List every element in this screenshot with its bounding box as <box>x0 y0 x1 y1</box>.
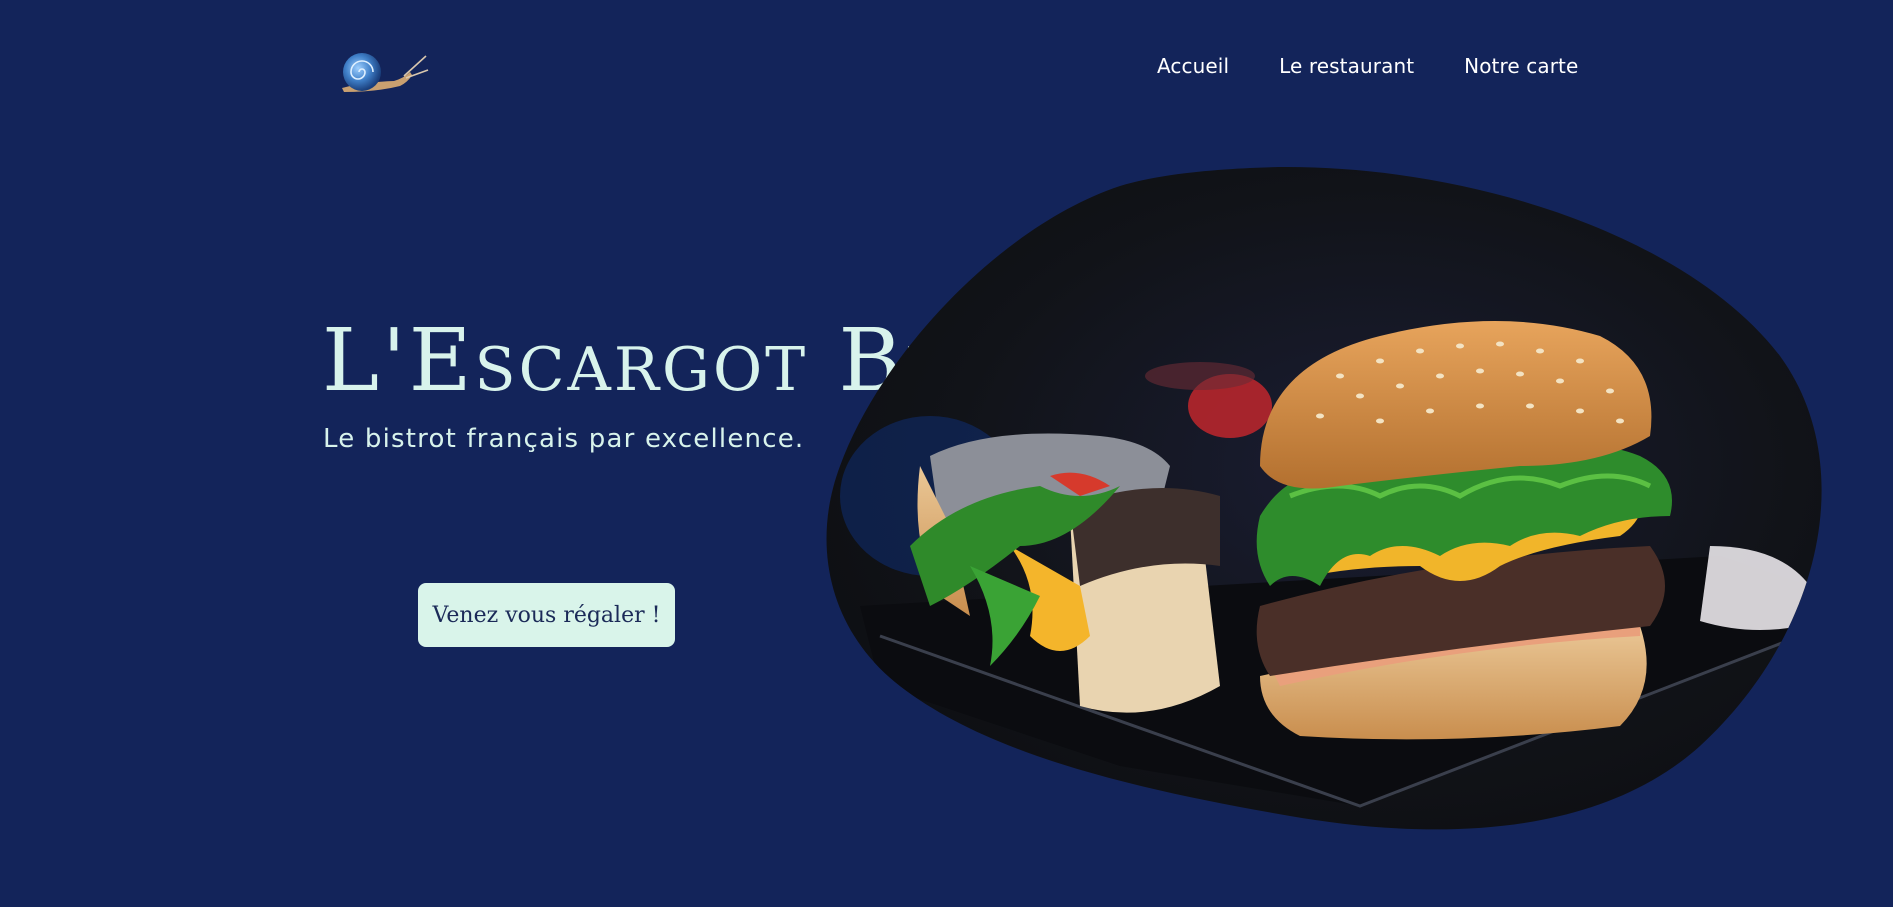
cta-button[interactable]: Venez vous régaler ! <box>418 583 675 647</box>
landing-page: Accueil Le restaurant Notre carte L'Esca… <box>0 0 1893 907</box>
burger-photo <box>820 166 1825 836</box>
hero-subtitle: Le bistrot français par excellence. <box>323 424 805 454</box>
nav-link-le-restaurant[interactable]: Le restaurant <box>1279 54 1414 78</box>
snail-logo-icon[interactable] <box>334 48 430 98</box>
main-nav: Accueil Le restaurant Notre carte <box>1157 54 1578 78</box>
nav-link-notre-carte[interactable]: Notre carte <box>1464 54 1578 78</box>
nav-link-accueil[interactable]: Accueil <box>1157 54 1229 78</box>
